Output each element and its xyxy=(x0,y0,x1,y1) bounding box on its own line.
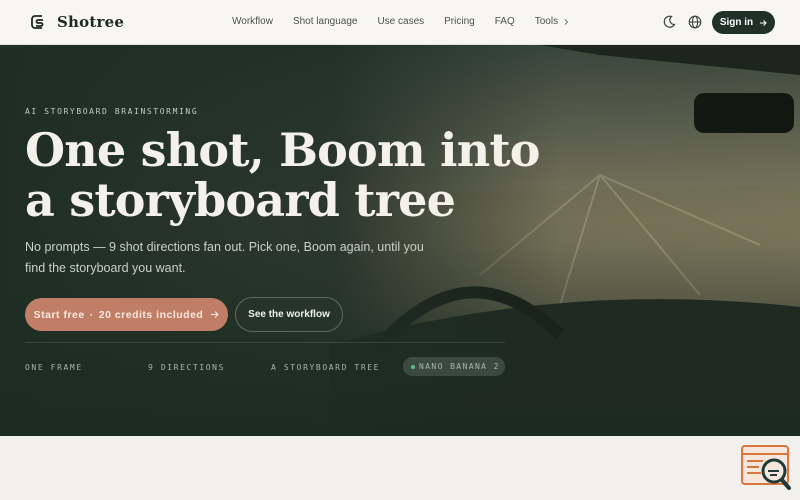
hero-headline: One shot, Boom into a storyboard tree xyxy=(25,123,540,227)
nav-link-shot-language[interactable]: Shot language xyxy=(293,16,358,27)
brand-name: Shotree xyxy=(57,13,125,31)
hero-eyebrow: AI STORYBOARD BRAINSTORMING xyxy=(25,107,199,116)
model-badge: NANO BANANA 2 xyxy=(403,357,505,376)
credits-label: 20 credits included xyxy=(98,308,204,321)
sign-in-label: Sign in xyxy=(719,17,754,28)
nav-links: Workflow Shot language Use cases Pricing… xyxy=(232,16,570,27)
arrow-right-icon xyxy=(760,19,767,26)
chevron-right-icon xyxy=(564,18,569,25)
nav-link-faq[interactable]: FAQ xyxy=(495,16,515,27)
stat-storyboard-tree: A STORYBOARD TREE xyxy=(271,363,381,372)
nav-tools-label: Tools xyxy=(534,16,559,27)
globe-icon[interactable] xyxy=(687,14,703,30)
top-nav: Shotree Workflow Shot language Use cases… xyxy=(0,0,800,45)
model-badge-label: NANO BANANA 2 xyxy=(419,362,500,371)
moon-icon[interactable] xyxy=(661,14,677,30)
see-workflow-button[interactable]: See the workflow xyxy=(235,297,343,332)
nav-link-pricing[interactable]: Pricing xyxy=(444,16,475,27)
logo-icon xyxy=(31,15,44,29)
arrow-right-icon xyxy=(211,311,220,318)
sign-in-button[interactable]: Sign in xyxy=(712,11,775,34)
nav-link-workflow[interactable]: Workflow xyxy=(232,16,273,27)
cta-separator: · xyxy=(89,308,94,321)
brand-logo[interactable]: Shotree xyxy=(29,13,124,31)
stat-one-frame: ONE FRAME xyxy=(25,363,83,372)
hero-subtitle: No prompts — 9 shot directions fan out. … xyxy=(25,240,424,275)
nav-tools-menu[interactable]: Tools xyxy=(535,16,570,27)
chat-search-icon[interactable] xyxy=(741,445,791,490)
stat-nine-directions: 9 DIRECTIONS xyxy=(148,363,225,372)
start-free-label: Start free xyxy=(33,308,85,321)
nav-link-use-cases[interactable]: Use cases xyxy=(377,16,424,27)
status-dot-icon xyxy=(411,364,415,369)
hero-divider xyxy=(25,342,505,343)
hero-section: AI STORYBOARD BRAINSTORMING One shot, Bo… xyxy=(0,45,800,436)
start-free-button[interactable]: Start free · 20 credits included xyxy=(25,298,228,331)
